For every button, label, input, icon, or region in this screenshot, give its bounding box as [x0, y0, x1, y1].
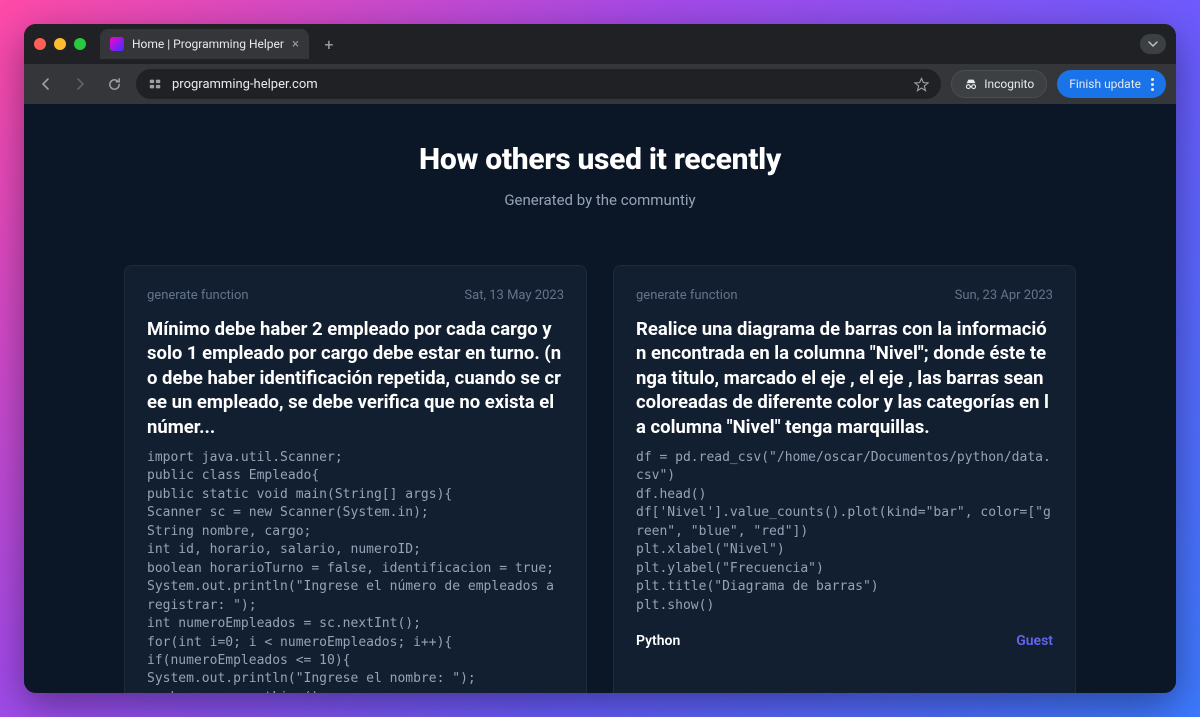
- reload-icon: [107, 77, 122, 92]
- community-card[interactable]: generate function Sat, 13 May 2023 Mínim…: [124, 265, 587, 693]
- address-bar: programming-helper.com Incognito Finish …: [24, 64, 1176, 104]
- back-button[interactable]: [34, 72, 58, 96]
- community-card[interactable]: generate function Sun, 23 Apr 2023 Reali…: [613, 265, 1076, 693]
- tab-bar: Home | Programming Helper × +: [24, 24, 1176, 64]
- card-code: df = pd.read_csv("/home/oscar/Documentos…: [636, 449, 1053, 615]
- kebab-menu-icon[interactable]: [1151, 78, 1154, 91]
- arrow-left-icon: [38, 76, 54, 92]
- finish-update-label: Finish update: [1069, 77, 1141, 91]
- browser-tab[interactable]: Home | Programming Helper ×: [100, 29, 309, 59]
- forward-button[interactable]: [68, 72, 92, 96]
- arrow-right-icon: [72, 76, 88, 92]
- card-title: Realice una diagrama de barras con la in…: [636, 317, 1053, 439]
- card-date: Sun, 23 Apr 2023: [955, 288, 1053, 303]
- browser-window: Home | Programming Helper × + programmin…: [24, 24, 1176, 693]
- card-author[interactable]: Guest: [1016, 633, 1053, 649]
- card-language: Python: [636, 633, 680, 649]
- new-tab-button[interactable]: +: [317, 32, 341, 56]
- page-content: How others used it recently Generated by…: [24, 104, 1176, 693]
- card-code: import java.util.Scanner; public class E…: [147, 449, 564, 693]
- site-settings-icon[interactable]: [148, 77, 162, 91]
- chevron-down-icon: [1148, 39, 1158, 49]
- page-heading: How others used it recently: [24, 142, 1176, 177]
- minimize-window-icon[interactable]: [54, 38, 66, 50]
- bookmark-icon[interactable]: [914, 77, 929, 92]
- tabs-overflow-button[interactable]: [1140, 34, 1166, 54]
- maximize-window-icon[interactable]: [74, 38, 86, 50]
- tab-title: Home | Programming Helper: [132, 37, 284, 51]
- card-date: Sat, 13 May 2023: [464, 288, 564, 303]
- finish-update-button[interactable]: Finish update: [1057, 70, 1166, 98]
- window-controls: [34, 38, 86, 50]
- incognito-label: Incognito: [984, 77, 1034, 91]
- url-text: programming-helper.com: [172, 77, 904, 92]
- card-category: generate function: [636, 288, 738, 303]
- url-field[interactable]: programming-helper.com: [136, 69, 941, 99]
- incognito-chip[interactable]: Incognito: [951, 70, 1047, 98]
- close-tab-icon[interactable]: ×: [292, 37, 299, 52]
- page-subheading: Generated by the communtiy: [24, 191, 1176, 209]
- close-window-icon[interactable]: [34, 38, 46, 50]
- reload-button[interactable]: [102, 72, 126, 96]
- cards-grid: generate function Sat, 13 May 2023 Mínim…: [24, 265, 1176, 693]
- favicon-icon: [110, 37, 124, 51]
- card-category: generate function: [147, 288, 249, 303]
- incognito-icon: [964, 77, 978, 91]
- card-title: Mínimo debe haber 2 empleado por cada ca…: [147, 317, 564, 439]
